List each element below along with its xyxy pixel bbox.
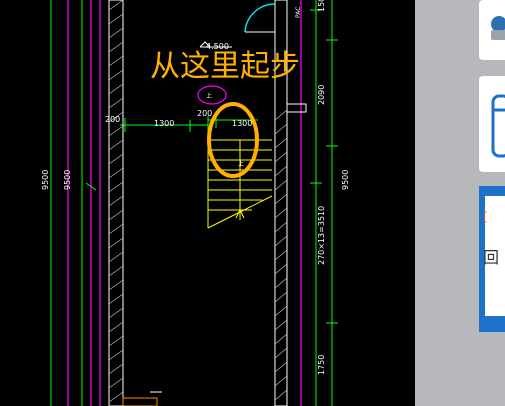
dim-1300-left: 1300: [154, 119, 174, 128]
side-card-top[interactable]: [479, 0, 505, 60]
dim-200-left: 200: [105, 115, 120, 124]
clipboard-icon: [491, 94, 505, 158]
side-card-mark: [: [483, 210, 488, 224]
dim-9500-b: 9500: [63, 170, 72, 190]
dim-2090: 2090: [317, 85, 326, 105]
side-panel: [ 回: [415, 0, 505, 406]
stair-up-mark: 上: [238, 160, 244, 168]
side-card-mid[interactable]: [479, 76, 505, 172]
dim-1750: 1750: [317, 355, 326, 375]
side-card-char: 回: [483, 248, 500, 267]
dim-200-mid: 200: [197, 109, 212, 118]
ellipse-up-mark: 上: [206, 92, 212, 100]
side-card-inner: [ 回: [483, 196, 505, 316]
side-card-accent[interactable]: [ 回: [479, 186, 505, 332]
top-right-mark: PAC: [295, 7, 302, 18]
dim-1300-right: 1300: [232, 119, 252, 128]
dim-9500-a: 9500: [41, 170, 50, 190]
callout-text: 从这里起步: [150, 49, 300, 84]
dim-9500-c: 9500: [341, 170, 350, 190]
dim-150: 150: [317, 0, 326, 12]
dim-stair-run: 270×13=3510: [317, 206, 326, 265]
app-icon: [491, 16, 505, 40]
